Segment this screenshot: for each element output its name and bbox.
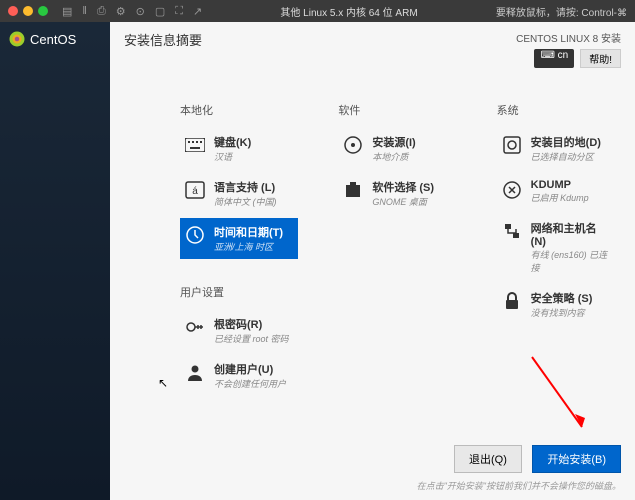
fullscreen-icon[interactable]: ⛶ bbox=[175, 5, 183, 18]
brand-text: CentOS bbox=[30, 32, 76, 47]
begin-install-button[interactable]: 开始安装(B) bbox=[532, 445, 621, 473]
col-localization: 本地化 键盘(K)汉语 á 语言支持 (L)简体中文 (中国) 时间和日期(T)… bbox=[180, 102, 298, 437]
summary-content: 本地化 键盘(K)汉语 á 语言支持 (L)简体中文 (中国) 时间和日期(T)… bbox=[110, 72, 635, 437]
vm-toolbar[interactable]: ▤ ‖ ⎙ ⚙ ⊙ ▢ ⛶ ↗ bbox=[62, 5, 202, 18]
keyboard-indicator[interactable]: ⌨ cn bbox=[534, 49, 574, 68]
spoke-create-user[interactable]: 创建用户(U)不会创建任何用户 bbox=[180, 355, 298, 396]
keyboard-icon bbox=[184, 134, 206, 156]
spoke-network[interactable]: 网络和主机名(N)有线 (ens160) 已连接 bbox=[497, 214, 615, 280]
spoke-language[interactable]: á 语言支持 (L)简体中文 (中国) bbox=[180, 173, 298, 214]
section-title: 本地化 bbox=[180, 102, 298, 118]
key-icon bbox=[184, 316, 206, 338]
page-title: 安装信息摘要 bbox=[124, 30, 202, 68]
settings-icon[interactable]: ⚙ bbox=[116, 5, 126, 18]
disk-icon bbox=[501, 134, 523, 156]
installer-footer: 退出(Q) 开始安装(B) 在点击"开始安装"按钮前我们并不会操作您的磁盘。 bbox=[110, 437, 635, 500]
snapshot-icon[interactable]: ⎙ bbox=[97, 5, 106, 18]
max-dot[interactable] bbox=[38, 6, 48, 16]
spoke-install-source[interactable]: 安装源(I)本地介质 bbox=[338, 128, 456, 169]
spoke-root-password[interactable]: 根密码(R)已经设置 root 密码 bbox=[180, 310, 298, 351]
close-dot[interactable] bbox=[8, 6, 18, 16]
col-system: 系统 安装目的地(D)已选择自动分区 KDUMP已启用 Kdump 网络和主机名… bbox=[497, 102, 615, 437]
release-hint: 要释放鼠标，请按: Control-⌘ bbox=[496, 4, 627, 19]
spoke-install-destination[interactable]: 安装目的地(D)已选择自动分区 bbox=[497, 128, 615, 169]
col-software: 软件 安装源(I)本地介质 软件选择 (S)GNOME 桌面 bbox=[338, 102, 456, 437]
help-button[interactable]: 帮助! bbox=[580, 49, 621, 68]
installer-sidebar: CentOS bbox=[0, 22, 110, 500]
section-title: 系统 bbox=[497, 102, 615, 118]
window-controls[interactable] bbox=[8, 6, 48, 16]
spoke-kdump[interactable]: KDUMP已启用 Kdump bbox=[497, 173, 615, 210]
disc-icon bbox=[342, 134, 364, 156]
min-dot[interactable] bbox=[23, 6, 33, 16]
vm-titlebar: ▤ ‖ ⎙ ⚙ ⊙ ▢ ⛶ ↗ 其他 Linux 5.x 内核 64 位 ARM… bbox=[0, 0, 635, 22]
share-icon[interactable]: ↗ bbox=[193, 5, 202, 18]
installer-main: 安装信息摘要 CENTOS LINUX 8 安装 ⌨ cn 帮助! 本地化 键盘… bbox=[110, 22, 635, 500]
installer-header: 安装信息摘要 CENTOS LINUX 8 安装 ⌨ cn 帮助! bbox=[110, 22, 635, 72]
network-icon bbox=[501, 220, 523, 242]
svg-text:á: á bbox=[192, 186, 198, 197]
spoke-security[interactable]: 安全策略 (S)没有找到内容 bbox=[497, 284, 615, 325]
package-icon bbox=[342, 179, 364, 201]
product-name: CENTOS LINUX 8 安装 bbox=[516, 30, 621, 45]
user-icon bbox=[184, 361, 206, 383]
spoke-software-selection[interactable]: 软件选择 (S)GNOME 桌面 bbox=[338, 173, 456, 214]
language-icon: á bbox=[184, 179, 206, 201]
sidebar-icon[interactable]: ▤ bbox=[62, 5, 72, 18]
clock-icon bbox=[184, 224, 206, 246]
vm-title: 其他 Linux 5.x 内核 64 位 ARM bbox=[208, 4, 490, 19]
pause-icon[interactable]: ‖ bbox=[82, 5, 87, 18]
quit-button[interactable]: 退出(Q) bbox=[454, 445, 522, 473]
camera-icon[interactable]: ▢ bbox=[155, 5, 165, 18]
spoke-datetime[interactable]: 时间和日期(T)亚洲/上海 时区 bbox=[180, 218, 298, 259]
centos-logo: CentOS bbox=[8, 30, 102, 48]
disc-icon[interactable]: ⊙ bbox=[136, 5, 145, 18]
lock-icon bbox=[501, 290, 523, 312]
section-title: 软件 bbox=[338, 102, 456, 118]
centos-icon bbox=[8, 30, 26, 48]
spoke-keyboard[interactable]: 键盘(K)汉语 bbox=[180, 128, 298, 169]
kdump-icon bbox=[501, 179, 523, 201]
section-title: 用户设置 bbox=[180, 284, 298, 300]
footer-hint: 在点击"开始安装"按钮前我们并不会操作您的磁盘。 bbox=[124, 479, 621, 492]
